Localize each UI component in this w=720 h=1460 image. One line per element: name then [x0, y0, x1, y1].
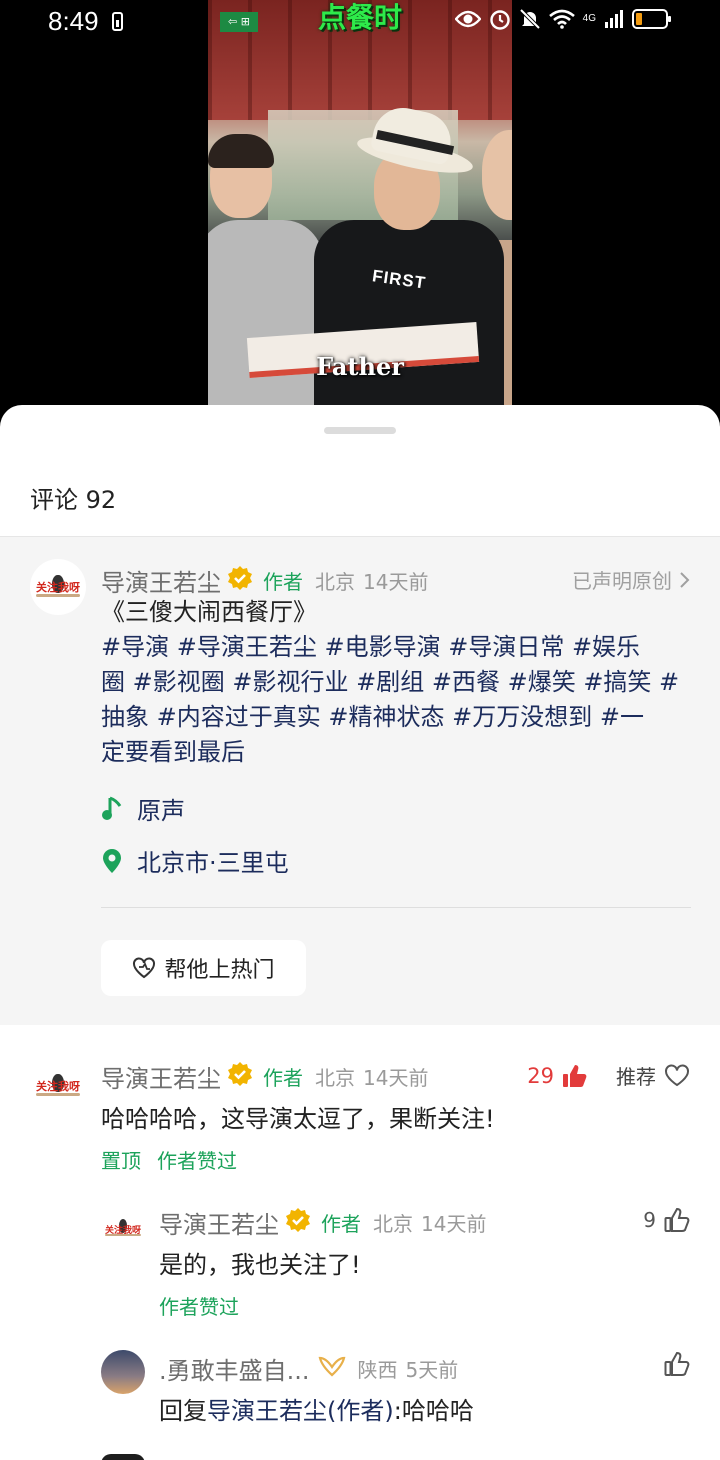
- author-liked-label: 作者赞过: [159, 1295, 239, 1319]
- signal-icon: [605, 10, 623, 28]
- reply-body: :哈哈哈: [393, 1397, 474, 1425]
- thumbs-up-icon[interactable]: [664, 1351, 690, 1377]
- comments-sheet: 评论 92 关注我呀 导演王若尘 作者 北京 14天前 已声明原创 《三傻大闹西…: [0, 405, 720, 1460]
- battery-saver-icon: [112, 12, 123, 31]
- author-liked-label: 作者赞过: [157, 1149, 237, 1173]
- reply-time: 14天前: [421, 1212, 487, 1236]
- post-description-card: 关注我呀 导演王若尘 作者 北京 14天前 已声明原创 《三傻大闹西餐厅》 #导…: [0, 537, 720, 1025]
- like-count: 29: [527, 1063, 554, 1088]
- heart-boost-icon: [133, 957, 156, 979]
- music-label: 原声: [137, 797, 185, 825]
- hashtag-line[interactable]: 圈 #影视圈 #影视行业 #剧组 #西餐 #爆笑 #搞笑 #: [101, 665, 697, 700]
- music-note-icon: [102, 796, 122, 820]
- post-title: 《三傻大闹西餐厅》: [101, 598, 317, 626]
- comment-like-area: 29 推荐: [527, 1061, 690, 1090]
- location-link[interactable]: 北京市·三里屯: [101, 843, 289, 878]
- comments-count-header: 评论 92: [30, 486, 117, 514]
- hashtag-line[interactable]: 抽象 #内容过于真实 #精神状态 #万万没想到 #一: [101, 700, 697, 735]
- hashtag-line[interactable]: #导演 #导演王若尘 #电影导演 #导演日常 #娱乐: [101, 630, 697, 665]
- reply-location: 北京: [373, 1212, 413, 1236]
- boost-hot-button[interactable]: 帮他上热门: [101, 940, 306, 996]
- verified-icon: [227, 565, 253, 597]
- pinned-label: 置顶: [101, 1149, 141, 1173]
- alarm-icon: [489, 10, 510, 30]
- avatar-text: 关注我呀: [36, 581, 80, 595]
- original-label: 已声明原创: [572, 569, 672, 593]
- network-type: 4G: [582, 13, 596, 24]
- reply-actions: 作者赞过: [159, 1291, 239, 1320]
- avatar[interactable]: 关注我呀: [30, 1058, 86, 1114]
- original-declared-link[interactable]: 已声明原创: [572, 565, 690, 594]
- mute-icon: [519, 8, 541, 30]
- post-location: 北京: [315, 570, 355, 594]
- reply-author-row: 导演王若尘 作者 北京 14天前: [159, 1205, 486, 1240]
- reply-prefix: 回复: [159, 1397, 207, 1425]
- comment-time: 14天前: [363, 1066, 429, 1090]
- author-tag: 作者: [263, 570, 303, 594]
- status-bar: 8:49 4G: [0, 0, 720, 44]
- post-author-name[interactable]: 导演王若尘: [101, 563, 221, 598]
- boost-hot-label: 帮他上热门: [164, 958, 275, 983]
- thumbs-up-icon[interactable]: [664, 1207, 690, 1233]
- avatar[interactable]: [101, 1350, 145, 1394]
- reply-text: 是的，我也关注了!: [159, 1251, 361, 1279]
- comment-location: 北京: [315, 1066, 355, 1090]
- eye-icon: [454, 10, 481, 28]
- post-text: 《三傻大闹西餐厅》 #导演 #导演王若尘 #电影导演 #导演日常 #娱乐 圈 #…: [101, 595, 697, 770]
- divider: [101, 907, 691, 908]
- avatar[interactable]: 关注我呀: [101, 1207, 145, 1251]
- recommend-label[interactable]: 推荐: [616, 1061, 656, 1090]
- music-link[interactable]: 原声: [101, 791, 185, 826]
- like-count: 9: [643, 1208, 656, 1232]
- hashtag-line[interactable]: 定要看到最后: [101, 735, 697, 770]
- post-author-row: 导演王若尘 作者 北京 14天前: [101, 563, 428, 598]
- avatar[interactable]: [101, 1454, 145, 1460]
- reply-text: 回复导演王若尘(作者):哈哈哈: [159, 1391, 474, 1426]
- video-subtitle: Father: [316, 352, 404, 381]
- comment-actions: 置顶 作者赞过: [101, 1145, 237, 1174]
- author-tag: 作者: [321, 1212, 361, 1236]
- post-time: 14天前: [363, 570, 429, 594]
- avatar[interactable]: 关注我呀: [30, 559, 86, 615]
- verified-icon: [285, 1207, 311, 1239]
- reply-author-name[interactable]: .勇敢丰盛自...: [159, 1351, 310, 1386]
- avatar-text: 关注我呀: [36, 1080, 80, 1094]
- reply-target-link[interactable]: 导演王若尘(作者): [207, 1397, 394, 1425]
- chevron-right-icon: [680, 571, 690, 588]
- status-icons: 4G: [454, 8, 672, 30]
- location-pin-icon: [103, 848, 121, 873]
- vip-badge-icon: [318, 1355, 346, 1383]
- drag-handle[interactable]: [324, 427, 396, 434]
- comment-author-row: 导演王若尘 作者 北京 14天前: [101, 1059, 428, 1094]
- video-player[interactable]: ⇦ ⊞ FIRST 点餐时 Father: [208, 0, 512, 405]
- reply-location: 陕西: [357, 1358, 398, 1382]
- reply-time: 5天前: [405, 1358, 459, 1382]
- status-time: 8:49: [48, 6, 99, 36]
- thumbs-up-filled-icon[interactable]: [562, 1063, 588, 1089]
- reply-author-row: .勇敢丰盛自... 陕西 5天前: [159, 1351, 458, 1386]
- heart-outline-icon[interactable]: [664, 1064, 690, 1088]
- reply-like-area: 9: [643, 1207, 690, 1233]
- comment-text: 哈哈哈哈，这导演太逗了，果断关注!: [101, 1105, 495, 1133]
- battery-icon: [632, 9, 671, 29]
- reply-author-name[interactable]: 导演王若尘: [159, 1205, 279, 1240]
- author-tag: 作者: [263, 1066, 303, 1090]
- location-label: 北京市·三里屯: [137, 849, 289, 877]
- verified-icon: [227, 1061, 253, 1093]
- wifi-icon: [548, 9, 575, 29]
- comment-author-name[interactable]: 导演王若尘: [101, 1059, 221, 1094]
- reply-like-area: [664, 1351, 690, 1377]
